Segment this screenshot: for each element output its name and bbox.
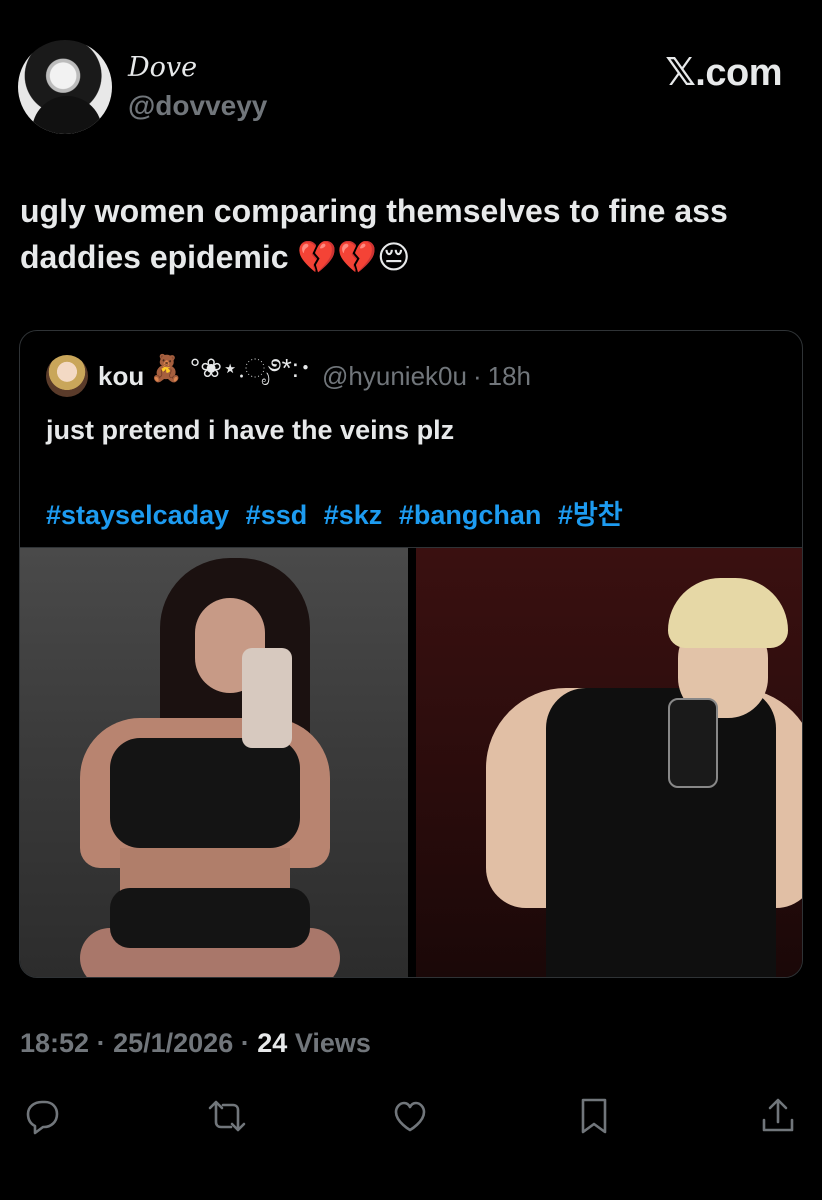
author-handle[interactable]: @dovveyy: [128, 90, 267, 122]
brand-watermark: 𝕏.com: [665, 52, 782, 94]
quoted-author-name[interactable]: kou: [98, 361, 144, 392]
quoted-tweet-text: just pretend i have the veins plz: [46, 415, 455, 445]
author-avatar[interactable]: [18, 40, 112, 134]
views-label: Views: [294, 1028, 371, 1058]
bookmark-icon[interactable]: [572, 1094, 616, 1138]
hashtag-link[interactable]: #ssd: [246, 500, 308, 530]
action-bar: [20, 1094, 796, 1142]
quoted-tweet[interactable]: kou 🧸 °❀⋆.ೃ࿔*:･ @hyuniek0u · 18h just pr…: [19, 330, 803, 978]
meta-separator: ·: [240, 1028, 250, 1058]
author-display-name[interactable]: Dove: [128, 52, 197, 83]
tweet-meta: 18:52 · 25/1/2026 · 24 Views: [20, 1028, 371, 1059]
photo-left[interactable]: [20, 548, 408, 977]
hashtag-link[interactable]: #stayselcaday: [46, 500, 229, 530]
photo-shorts: [110, 888, 310, 948]
photo-top: [110, 738, 300, 848]
quoted-hashtags: #stayselcaday #ssd #skz #bangchan #방찬: [46, 493, 632, 532]
quoted-author-avatar[interactable]: [46, 355, 88, 397]
tweet-time[interactable]: 18:52: [20, 1028, 89, 1058]
tweet-header: Dove @dovveyy 𝕏.com: [18, 40, 782, 136]
hashtag-link[interactable]: #bangchan: [399, 500, 542, 530]
retweet-icon[interactable]: [205, 1094, 249, 1138]
quoted-author-handle[interactable]: @hyuniek0u: [322, 361, 467, 392]
tweet-date[interactable]: 25/1/2026: [113, 1028, 233, 1058]
photo-hair: [668, 578, 788, 648]
photo-tank-top: [546, 688, 776, 977]
quoted-tweet-header: kou 🧸 °❀⋆.ೃ࿔*:･ @hyuniek0u · 18h: [46, 353, 532, 397]
tweet-text: ugly women comparing themselves to fine …: [20, 193, 728, 275]
share-icon[interactable]: [756, 1094, 800, 1138]
photo-phone: [242, 648, 292, 748]
meta-separator: ·: [96, 1028, 106, 1058]
hashtag-link[interactable]: #skz: [324, 500, 383, 530]
views-count: 24: [257, 1028, 288, 1058]
photo-phone: [668, 698, 718, 788]
quoted-time: 18h: [487, 360, 532, 391]
quoted-separator: ·: [472, 360, 482, 391]
hashtag-link[interactable]: #방찬: [558, 500, 623, 530]
quoted-author-decoration: 🧸 °❀⋆.ೃ࿔*:･: [150, 352, 313, 383]
like-icon[interactable]: [388, 1094, 432, 1138]
photo-right[interactable]: [416, 548, 802, 977]
reply-icon[interactable]: [20, 1094, 64, 1138]
quoted-media: [20, 547, 802, 977]
